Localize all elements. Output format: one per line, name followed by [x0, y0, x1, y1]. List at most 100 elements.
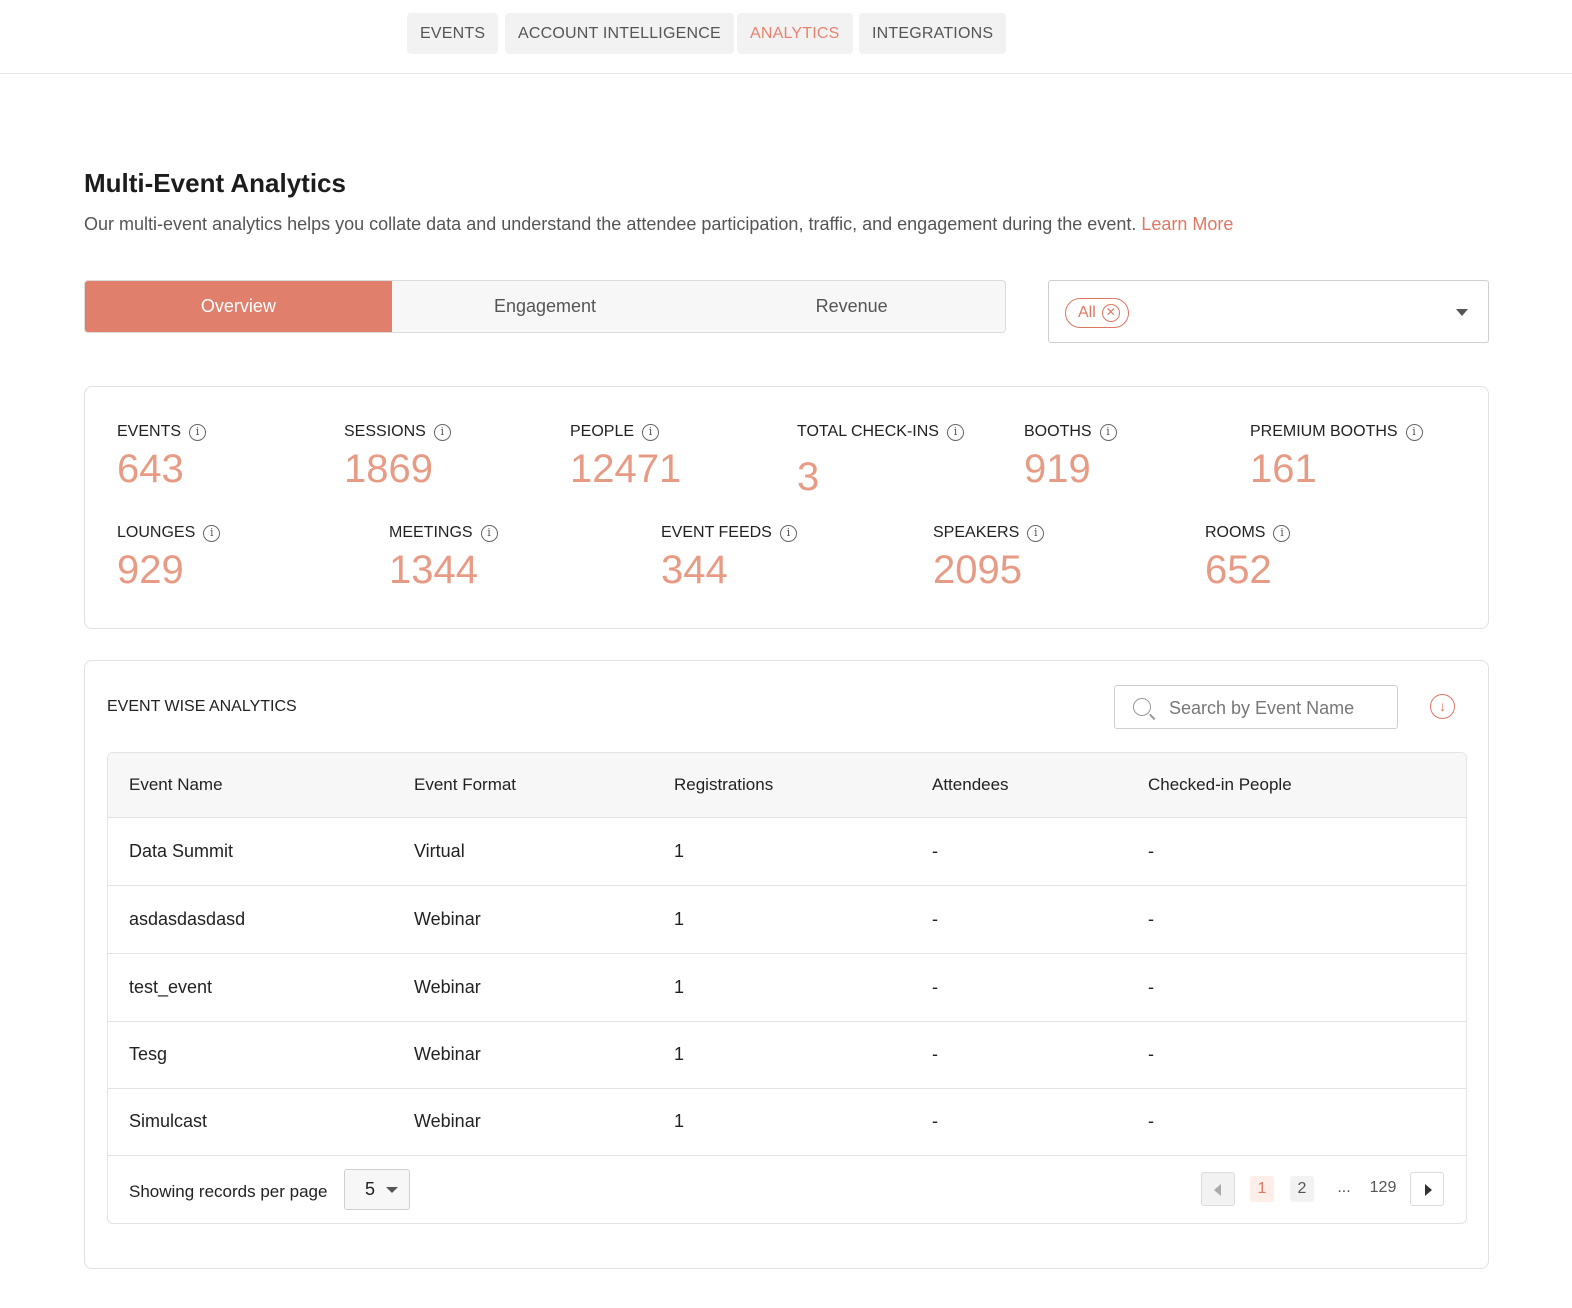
cell-event-name: Simulcast — [129, 1111, 208, 1131]
tab-overview[interactable]: Overview — [85, 281, 392, 332]
stat-label: SPEAKERS — [933, 524, 1020, 541]
table-row: Data Summit Virtual 1 - - — [108, 818, 1466, 886]
stat-label: PREMIUM BOOTHS — [1250, 423, 1398, 440]
cell-registrations: 1 — [674, 1111, 685, 1131]
search-input[interactable] — [1169, 694, 1389, 722]
info-icon[interactable]: i — [1273, 524, 1291, 542]
event-filter-select[interactable]: All ✕ — [1048, 280, 1489, 343]
cell-event-name: test_event — [129, 977, 213, 997]
stat-event-feeds: EVENT FEEDS i 344 — [661, 524, 797, 593]
search-icon — [1133, 698, 1151, 716]
cell-checked-in: - — [1148, 841, 1154, 861]
table-header: Event Name Event Format Registrations At… — [108, 753, 1466, 818]
records-per-page-select[interactable]: 5 — [344, 1169, 410, 1210]
column-header: Event Name — [129, 775, 223, 794]
column-header: Event Format — [414, 775, 517, 794]
event-table: Event Name Event Format Registrations At… — [107, 752, 1467, 1224]
stat-label: BOOTHS — [1024, 423, 1092, 440]
stat-value: 1344 — [389, 548, 478, 592]
page-1-button[interactable]: 1 — [1250, 1176, 1274, 1202]
prev-page-button[interactable] — [1201, 1172, 1235, 1206]
cell-registrations: 1 — [674, 977, 685, 997]
stat-rooms: ROOMS i 652 — [1205, 524, 1291, 593]
tab-engagement[interactable]: Engagement — [392, 281, 699, 332]
table-row: Tesg Webinar 1 - - — [108, 1021, 1466, 1089]
column-header: Registrations — [674, 775, 774, 794]
cell-registrations: 1 — [674, 1044, 685, 1064]
cell-checked-in: - — [1148, 1044, 1154, 1064]
overview-stats-card: EVENTS i 643 SESSIONS i 1869 PEOPLE i 12471… — [84, 386, 1489, 629]
column-header: Attendees — [932, 775, 1009, 794]
info-icon[interactable]: i — [480, 524, 498, 542]
cell-registrations: 1 — [674, 909, 685, 929]
cell-registrations: 1 — [674, 841, 685, 861]
page-title: Multi-Event Analytics — [84, 168, 346, 198]
chevron-down-icon[interactable] — [1456, 309, 1468, 316]
info-icon[interactable]: i — [642, 423, 660, 441]
stat-value: 2095 — [933, 548, 1022, 592]
stat-label: EVENTS — [117, 423, 182, 440]
cell-attendees: - — [932, 909, 938, 929]
top-navigation: EVENTS ACCOUNT INTELLIGENCE ANALYTICS IN… — [0, 0, 1572, 74]
download-icon[interactable]: ↓ — [1430, 694, 1455, 719]
table-row: asdasdasdasd Webinar 1 - - — [108, 886, 1466, 954]
stat-booths: BOOTHS i 919 — [1024, 423, 1117, 492]
event-wise-analytics-card: EVENT WISE ANALYTICS ↓ Event Name Event … — [84, 660, 1489, 1269]
table-row: Simulcast Webinar 1 - - — [108, 1088, 1466, 1156]
filter-chip-label: All — [1078, 304, 1096, 321]
cell-event-format: Webinar — [414, 1044, 481, 1064]
info-icon[interactable]: i — [1099, 423, 1117, 441]
cell-attendees: - — [932, 1044, 938, 1064]
records-per-page-label: Showing records per page — [129, 1182, 328, 1201]
cell-checked-in: - — [1148, 1111, 1154, 1131]
tab-events[interactable]: EVENTS — [407, 13, 499, 54]
stat-value: 929 — [117, 548, 184, 592]
info-icon[interactable]: i — [189, 423, 207, 441]
stat-speakers: SPEAKERS i 2095 — [933, 524, 1045, 593]
cell-event-format: Webinar — [414, 1111, 481, 1131]
cell-checked-in: - — [1148, 977, 1154, 997]
cell-checked-in: - — [1148, 909, 1154, 929]
stat-value: 1869 — [344, 447, 433, 491]
page-description: Our multi-event analytics helps you coll… — [84, 214, 1233, 235]
cell-event-name: asdasdasdasd — [129, 909, 246, 929]
tab-analytics[interactable]: ANALYTICS — [737, 13, 853, 54]
info-icon[interactable]: i — [946, 423, 964, 441]
stat-value: 652 — [1205, 548, 1272, 592]
records-per-page-value: 5 — [365, 1179, 376, 1199]
info-icon[interactable]: i — [203, 524, 221, 542]
stat-value: 643 — [117, 447, 184, 491]
stat-lounges: LOUNGES i 929 — [117, 524, 221, 593]
cell-event-name: Data Summit — [129, 841, 234, 861]
stat-total-check-ins: TOTAL CHECK-INS i 3 — [797, 423, 964, 500]
description-text: Our multi-event analytics helps you coll… — [84, 214, 1137, 234]
tab-account-intelligence[interactable]: ACCOUNT INTELLIGENCE — [505, 13, 734, 54]
stat-value: 161 — [1250, 447, 1317, 491]
next-page-button[interactable] — [1410, 1172, 1444, 1206]
remove-chip-icon[interactable]: ✕ — [1101, 304, 1120, 322]
info-icon[interactable]: i — [1027, 524, 1045, 542]
stat-value: 12471 — [570, 447, 682, 491]
info-icon[interactable]: i — [1405, 423, 1423, 441]
cell-attendees: - — [932, 1111, 938, 1131]
stat-value: 3 — [797, 455, 820, 499]
stat-people: PEOPLE i 12471 — [570, 423, 681, 492]
info-icon[interactable]: i — [779, 524, 797, 542]
cell-event-name: Tesg — [129, 1044, 168, 1064]
stat-events: EVENTS i 643 — [117, 423, 207, 492]
info-icon[interactable]: i — [433, 423, 451, 441]
column-header: Checked-in People — [1148, 775, 1292, 794]
stat-sessions: SESSIONS i 1869 — [344, 423, 451, 492]
stat-label: EVENT FEEDS — [661, 524, 772, 541]
stat-label: MEETINGS — [389, 524, 473, 541]
stat-label: LOUNGES — [117, 524, 196, 541]
table-footer: Showing records per page 5 1 2 ... 129 — [108, 1155, 1466, 1223]
tab-integrations[interactable]: INTEGRATIONS — [859, 13, 1007, 54]
search-box — [1114, 685, 1398, 729]
last-page-button[interactable]: 129 — [1367, 1172, 1399, 1206]
learn-more-link[interactable]: Learn More — [1141, 214, 1233, 234]
chevron-down-icon — [386, 1187, 398, 1193]
page-2-button[interactable]: 2 — [1290, 1176, 1314, 1202]
stat-label: SESSIONS — [344, 423, 426, 440]
tab-revenue[interactable]: Revenue — [698, 281, 1005, 332]
